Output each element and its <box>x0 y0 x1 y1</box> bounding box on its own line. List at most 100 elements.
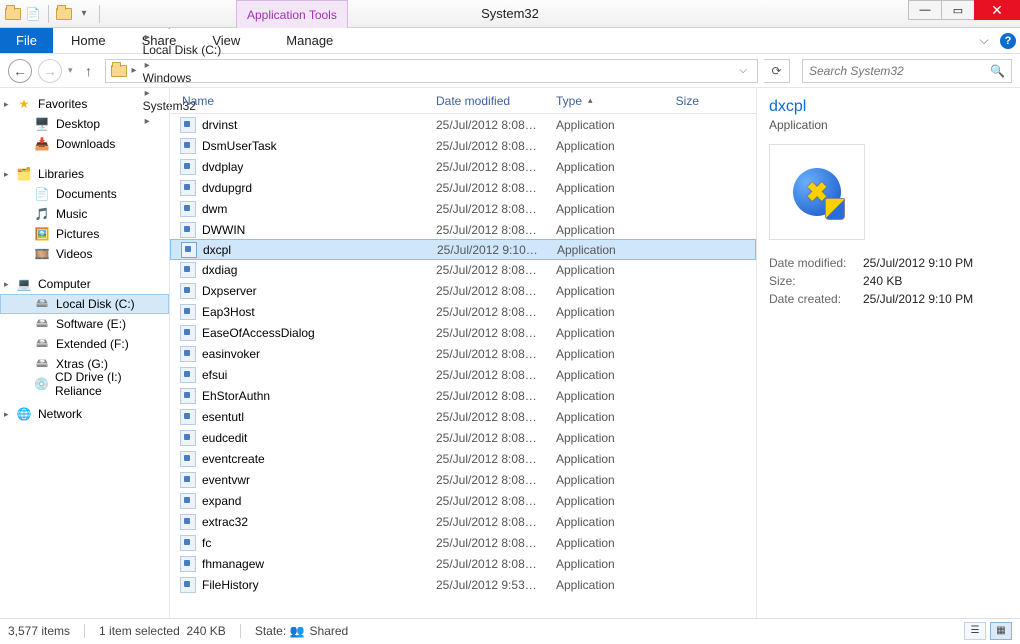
forward-button[interactable]: → <box>38 59 62 83</box>
history-dropdown-icon[interactable]: ▾ <box>68 65 73 76</box>
sidebar-item-software-e[interactable]: 🖴Software (E:) <box>0 314 169 334</box>
file-row[interactable]: EaseOfAccessDialog25/Jul/2012 8:08 PMApp… <box>170 322 756 343</box>
file-rows-container[interactable]: drvinst25/Jul/2012 8:08 PMApplicationDsm… <box>170 114 756 618</box>
qat-dropdown-icon[interactable]: ▾ <box>75 5 93 23</box>
address-bar[interactable]: ▸ Computer▸Local Disk (C:)▸Windows▸Syste… <box>105 59 758 83</box>
file-row[interactable]: DsmUserTask25/Jul/2012 8:08 PMApplicatio… <box>170 135 756 156</box>
file-type: Application <box>548 410 664 424</box>
view-large-icons-button[interactable]: ▦ <box>990 622 1012 640</box>
maximize-button[interactable]: ▭ <box>941 0 975 20</box>
up-button[interactable]: ↑ <box>79 63 99 79</box>
file-row[interactable]: easinvoker25/Jul/2012 8:08 PMApplication <box>170 343 756 364</box>
file-date: 25/Jul/2012 8:08 PM <box>428 431 548 445</box>
search-icon[interactable]: 🔍 <box>990 64 1005 78</box>
tab-manage[interactable]: Manage <box>268 28 351 53</box>
file-row[interactable]: fhmanagew25/Jul/2012 8:08 PMApplication <box>170 553 756 574</box>
location-folder-icon <box>110 62 128 80</box>
sidebar-computer[interactable]: ▸💻Computer <box>0 274 169 294</box>
exe-icon <box>180 117 196 133</box>
file-row[interactable]: esentutl25/Jul/2012 8:08 PMApplication <box>170 406 756 427</box>
view-details-button[interactable]: ☰ <box>964 622 986 640</box>
file-row[interactable]: EhStorAuthn25/Jul/2012 8:08 PMApplicatio… <box>170 385 756 406</box>
sidebar-item-desktop[interactable]: 🖥️Desktop <box>0 114 169 134</box>
file-name: easinvoker <box>202 347 260 361</box>
minimize-button[interactable]: — <box>908 0 942 20</box>
file-row[interactable]: eudcedit25/Jul/2012 8:08 PMApplication <box>170 427 756 448</box>
file-type: Application <box>548 389 664 403</box>
preview-modified-label: Date modified: <box>769 256 863 270</box>
music-icon: 🎵 <box>34 206 50 222</box>
file-name: EaseOfAccessDialog <box>202 326 315 340</box>
file-row[interactable]: eventcreate25/Jul/2012 8:08 PMApplicatio… <box>170 448 756 469</box>
file-row[interactable]: expand25/Jul/2012 8:08 PMApplication <box>170 490 756 511</box>
back-button[interactable]: ← <box>8 59 32 83</box>
column-type[interactable]: Type▴ <box>548 88 664 113</box>
file-row[interactable]: dxcpl25/Jul/2012 9:10 PMApplication <box>170 239 756 260</box>
desktop-icon: 🖥️ <box>34 116 50 132</box>
file-row[interactable]: efsui25/Jul/2012 8:08 PMApplication <box>170 364 756 385</box>
search-input[interactable] <box>809 64 990 78</box>
tab-home[interactable]: Home <box>53 28 124 53</box>
exe-icon <box>180 388 196 404</box>
status-bar: 3,577 items 1 item selected 240 KB State… <box>0 618 1020 642</box>
file-type: Application <box>548 452 664 466</box>
sidebar-network[interactable]: ▸🌐Network <box>0 404 169 424</box>
sidebar-item-downloads[interactable]: 📥Downloads <box>0 134 169 154</box>
column-size[interactable]: Size <box>664 88 708 113</box>
qat-new-icon[interactable]: 📄 <box>24 5 42 23</box>
status-item-count: 3,577 items <box>8 624 70 638</box>
exe-icon <box>180 346 196 362</box>
file-date: 25/Jul/2012 8:08 PM <box>428 515 548 529</box>
search-box[interactable]: 🔍 <box>802 59 1012 83</box>
chevron-right-icon[interactable]: ▸ <box>141 32 154 43</box>
sidebar-item-documents[interactable]: 📄Documents <box>0 184 169 204</box>
file-name: dvdupgrd <box>202 181 252 195</box>
chevron-right-icon[interactable]: ▸ <box>128 65 141 76</box>
file-row[interactable]: Dxpserver25/Jul/2012 8:08 PMApplication <box>170 280 756 301</box>
sidebar-libraries[interactable]: ▸🗂️Libraries <box>0 164 169 184</box>
file-row[interactable]: Eap3Host25/Jul/2012 8:08 PMApplication <box>170 301 756 322</box>
refresh-button[interactable]: ⟳ <box>764 59 790 83</box>
sidebar-item-music[interactable]: 🎵Music <box>0 204 169 224</box>
sidebar-item-cd-drive-i[interactable]: 💿CD Drive (I:) Reliance <box>0 374 169 394</box>
context-tab-application-tools[interactable]: Application Tools <box>236 0 348 28</box>
exe-icon <box>180 556 196 572</box>
file-name: eventvwr <box>202 473 250 487</box>
file-row[interactable]: extrac3225/Jul/2012 8:08 PMApplication <box>170 511 756 532</box>
tab-file[interactable]: File <box>0 28 53 53</box>
breadcrumb-segment[interactable]: Local Disk (C:) <box>141 43 224 57</box>
file-date: 25/Jul/2012 8:08 PM <box>428 181 548 195</box>
file-name: expand <box>202 494 241 508</box>
file-type: Application <box>548 181 664 195</box>
file-date: 25/Jul/2012 8:08 PM <box>428 557 548 571</box>
file-row[interactable]: FileHistory25/Jul/2012 9:53 PMApplicatio… <box>170 574 756 595</box>
close-button[interactable]: ✕ <box>974 0 1020 20</box>
exe-icon <box>180 451 196 467</box>
file-name: DsmUserTask <box>202 139 277 153</box>
file-name: dxcpl <box>203 243 231 257</box>
file-row[interactable]: dvdplay25/Jul/2012 8:08 PMApplication <box>170 156 756 177</box>
drive-icon: 🖴 <box>34 356 50 372</box>
file-row[interactable]: dvdupgrd 25/Jul/2012 8:08 PMApplication <box>170 177 756 198</box>
documents-icon: 📄 <box>34 186 50 202</box>
sidebar-item-videos[interactable]: 🎞️Videos <box>0 244 169 264</box>
file-row[interactable]: DWWIN25/Jul/2012 8:08 PMApplication <box>170 219 756 240</box>
file-type: Application <box>548 305 664 319</box>
file-row[interactable]: fc25/Jul/2012 8:08 PMApplication <box>170 532 756 553</box>
file-row[interactable]: dxdiag25/Jul/2012 8:08 PMApplication <box>170 259 756 280</box>
file-row[interactable]: drvinst25/Jul/2012 8:08 PMApplication <box>170 114 756 135</box>
sidebar-item-local-disk-c[interactable]: 🖴Local Disk (C:) <box>0 294 169 314</box>
address-dropdown-icon[interactable]: ⌵ <box>733 65 753 76</box>
column-date-modified[interactable]: Date modified <box>428 88 548 113</box>
breadcrumb-segment[interactable]: Windows <box>141 71 224 85</box>
column-name[interactable]: Name <box>170 88 428 113</box>
help-button[interactable]: ? <box>996 28 1020 53</box>
sidebar-item-pictures[interactable]: 🖼️Pictures <box>0 224 169 244</box>
ribbon-expand-icon[interactable]: ⌵ <box>972 28 996 53</box>
qat-folder-icon[interactable] <box>55 5 73 23</box>
chevron-right-icon[interactable]: ▸ <box>141 60 154 71</box>
sidebar-favorites[interactable]: ▸★Favorites <box>0 94 169 114</box>
sidebar-item-extended-f[interactable]: 🖴Extended (F:) <box>0 334 169 354</box>
file-row[interactable]: dwm25/Jul/2012 8:08 PMApplication <box>170 198 756 219</box>
file-row[interactable]: eventvwr25/Jul/2012 8:08 PMApplication <box>170 469 756 490</box>
